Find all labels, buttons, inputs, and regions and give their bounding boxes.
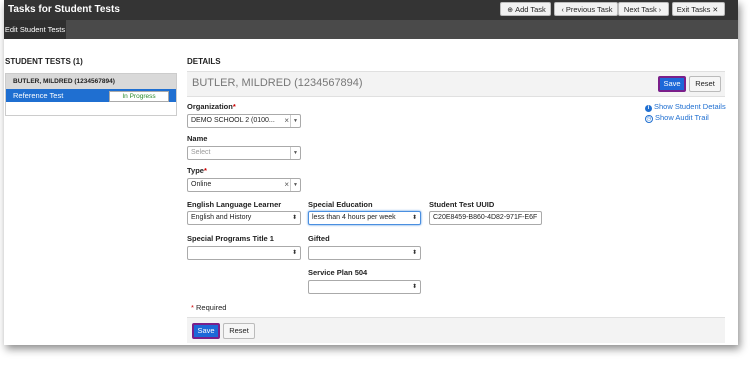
save-button-bottom[interactable]: Save bbox=[192, 323, 220, 339]
name-placeholder: Select bbox=[191, 149, 211, 156]
name-select[interactable]: Select ▼ bbox=[187, 146, 301, 160]
close-icon: ✕ bbox=[712, 7, 719, 14]
ell-select[interactable]: English and History ⬍ bbox=[187, 211, 301, 225]
student-tests-list: BUTLER, MILDRED (1234567894) Reference T… bbox=[5, 73, 177, 116]
show-student-details-link[interactable]: i Show Student Details bbox=[645, 102, 726, 112]
required-text: Required bbox=[196, 303, 227, 312]
special-programs-label: Special Programs Title 1 bbox=[187, 234, 274, 243]
special-education-value: less than 4 hours per week bbox=[312, 214, 396, 221]
show-audit-trail-label: Show Audit Trail bbox=[655, 113, 709, 122]
service-plan-label: Service Plan 504 bbox=[308, 268, 368, 277]
show-student-details-label: Show Student Details bbox=[654, 102, 726, 111]
plus-circle-icon: ⊕ bbox=[507, 7, 514, 14]
special-education-label: Special Education bbox=[308, 200, 373, 209]
ell-value: English and History bbox=[191, 214, 252, 221]
special-programs-select[interactable]: ⬍ bbox=[187, 246, 301, 260]
test-name: Reference Test bbox=[13, 91, 64, 100]
show-audit-trail-link[interactable]: ◷ Show Audit Trail bbox=[645, 113, 709, 123]
special-education-select[interactable]: less than 4 hours per week ⬍ bbox=[308, 211, 421, 225]
chevron-right-icon: › bbox=[658, 7, 662, 14]
reset-button-bottom[interactable]: Reset bbox=[223, 323, 255, 339]
sub-navigation: Edit Student Tests bbox=[4, 20, 738, 39]
organization-select[interactable]: DEMO SCHOOL 2 (0100... × ▼ bbox=[187, 114, 301, 128]
student-row[interactable]: BUTLER, MILDRED (1234567894) bbox=[6, 74, 176, 89]
gifted-select[interactable]: ⬍ bbox=[308, 246, 421, 260]
previous-task-button[interactable]: ‹ Previous Task bbox=[554, 2, 618, 16]
app-title: Tasks for Student Tests bbox=[8, 4, 120, 15]
tab-edit-student-tests[interactable]: Edit Student Tests bbox=[4, 20, 66, 39]
status-badge: In Progress bbox=[109, 91, 169, 102]
save-button-top[interactable]: Save bbox=[658, 76, 686, 92]
type-value: Online bbox=[191, 181, 212, 188]
gifted-label: Gifted bbox=[308, 234, 330, 243]
add-task-button[interactable]: ⊕ Add Task bbox=[500, 2, 551, 16]
chevron-left-icon: ‹ bbox=[561, 7, 564, 14]
student-tests-heading: STUDENT TESTS (1) bbox=[5, 57, 83, 66]
details-heading: DETAILS bbox=[187, 57, 221, 66]
name-label: Name bbox=[187, 134, 208, 143]
info-icon: i bbox=[645, 105, 652, 112]
updown-icon: ⬍ bbox=[411, 215, 417, 221]
app-window: Tasks for Student Tests ⊕ Add Task ‹ Previ… bbox=[4, 0, 738, 345]
next-task-label: Next Task bbox=[623, 5, 657, 14]
organization-label: Organization* bbox=[187, 102, 236, 111]
organization-value: DEMO SCHOOL 2 (0100... bbox=[191, 117, 275, 124]
details-footer: Save Reset bbox=[187, 317, 725, 343]
updown-icon: ⬍ bbox=[291, 215, 297, 221]
required-note: * Required bbox=[191, 303, 226, 312]
type-label-text: Type bbox=[187, 166, 204, 175]
type-label: Type* bbox=[187, 166, 207, 175]
chevron-down-icon[interactable]: ▼ bbox=[290, 147, 300, 159]
clock-icon: ◷ bbox=[645, 115, 653, 123]
details-header: BUTLER, MILDRED (1234567894) Save Reset bbox=[187, 71, 725, 97]
chevron-down-icon[interactable]: ▼ bbox=[290, 115, 300, 127]
chevron-down-icon[interactable]: ▼ bbox=[290, 179, 300, 191]
updown-icon: ⬍ bbox=[411, 250, 417, 256]
add-task-label: Add Task bbox=[515, 5, 546, 14]
reset-button-top[interactable]: Reset bbox=[689, 76, 721, 92]
required-marker: * bbox=[203, 166, 207, 175]
clear-icon[interactable]: × bbox=[284, 179, 289, 191]
updown-icon: ⬍ bbox=[411, 284, 417, 290]
ell-label: English Language Learner bbox=[187, 200, 282, 209]
exit-tasks-button[interactable]: Exit Tasks ✕ bbox=[672, 2, 725, 16]
updown-icon: ⬍ bbox=[291, 250, 297, 256]
service-plan-select[interactable]: ⬍ bbox=[308, 280, 421, 294]
previous-task-label: Previous Task bbox=[565, 5, 613, 14]
required-star: * bbox=[191, 303, 194, 312]
uuid-label: Student Test UUID bbox=[429, 200, 495, 209]
student-name: BUTLER, MILDRED (1234567894) bbox=[192, 77, 363, 89]
organization-label-text: Organization bbox=[187, 102, 233, 111]
required-marker: * bbox=[232, 102, 236, 111]
next-task-button[interactable]: Next Task › bbox=[618, 2, 669, 16]
uuid-field[interactable]: C20E8459-B860-4D82-971F-E6F bbox=[429, 211, 542, 225]
test-row[interactable]: Reference Test In Progress bbox=[6, 89, 176, 102]
title-bar: Tasks for Student Tests ⊕ Add Task ‹ Previ… bbox=[4, 0, 738, 20]
type-select[interactable]: Online × ▼ bbox=[187, 178, 301, 192]
clear-icon[interactable]: × bbox=[284, 115, 289, 127]
exit-tasks-label: Exit Tasks bbox=[676, 5, 711, 14]
